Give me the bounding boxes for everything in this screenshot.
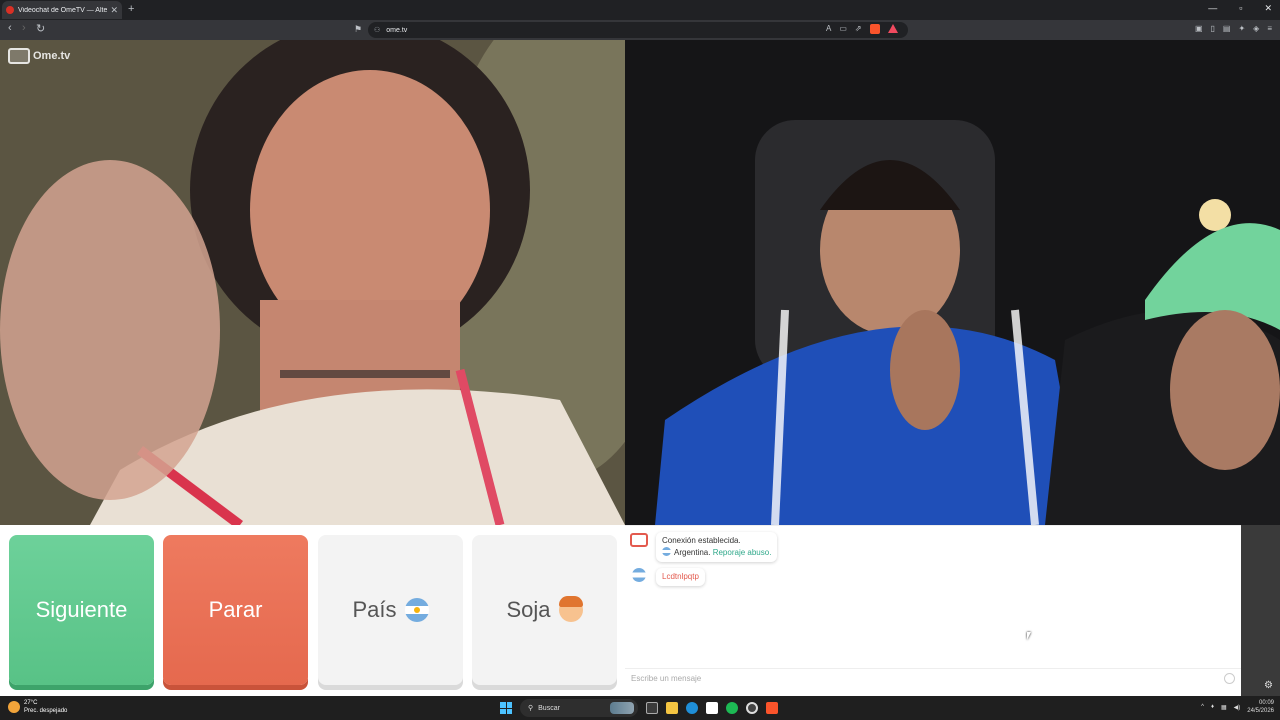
country-name: Argentina. (674, 548, 711, 557)
clock[interactable]: 00:09 24/5/2026 (1247, 699, 1274, 715)
wallet-icon[interactable]: ▤ (1223, 24, 1231, 33)
emoji-icon[interactable] (1224, 673, 1235, 684)
task-view-icon[interactable] (646, 702, 658, 714)
browser-menu-icons: ▣ ▯ ▤ ✦ ◈ ≡ (1195, 24, 1272, 33)
weather-text: Prec. despejado (24, 708, 68, 714)
side-panel (1241, 525, 1280, 696)
edge-icon[interactable] (686, 702, 698, 714)
windows-start-icon[interactable] (500, 702, 512, 714)
location-line: Argentina. Reporaje abuso. (662, 547, 771, 559)
cast-icon[interactable]: ▭ (839, 24, 847, 34)
stranger-video-frame (0, 40, 625, 525)
ometv-logo: Ome.tv (8, 48, 70, 64)
stranger-message: Lcdtnlpqtp (656, 568, 705, 586)
argentina-flag-icon (404, 598, 429, 622)
vpn-icon[interactable]: ◈ (1253, 24, 1259, 33)
clock-time: 00:09 (1258, 700, 1274, 706)
settings-gear-icon[interactable]: ⚙ (1264, 680, 1273, 691)
search-label: Buscar (538, 704, 560, 712)
network-icon[interactable]: ▦ (1221, 704, 1227, 711)
report-abuse-link[interactable]: Reporaje abuso. (713, 548, 772, 557)
country-label: País (352, 597, 397, 622)
minimize-icon[interactable]: — (1208, 3, 1217, 14)
browser-tab-bar: Videochat de OmeTV — Alte ✕ + — ▫ ✕ (0, 0, 1280, 20)
search-highlight-image (610, 702, 634, 714)
connection-text: Conexión establecida. (662, 536, 741, 545)
stranger-message-text: Lcdtnlpqtp (662, 572, 699, 581)
screenshot-icon[interactable]: ▣ (1195, 24, 1203, 33)
country-selector-button[interactable]: País (318, 535, 463, 685)
brave-icon[interactable] (766, 702, 778, 714)
gender-selector-button[interactable]: Soja (472, 535, 617, 685)
forward-icon[interactable]: › (22, 22, 26, 34)
chat-input-placeholder: Escribe un mensaje (631, 674, 702, 683)
brave-shield-icon[interactable] (869, 24, 880, 34)
file-explorer-icon[interactable] (666, 702, 678, 714)
share-icon[interactable]: ⇗ (855, 24, 862, 34)
obs-icon[interactable] (746, 702, 758, 714)
spotify-icon[interactable] (726, 702, 738, 714)
self-video (625, 40, 1280, 525)
boy-emoji-icon (558, 596, 583, 622)
browser-toolbar: ‹ › ↻ ⚇ ome.tv A ▭ ⇗ ▣ ▯ ▤ ✦ ◈ ≡ (0, 20, 1280, 40)
logo-text: Ome.tv (33, 50, 71, 62)
control-panel: Siguiente Parar País Soja (0, 525, 625, 696)
search-icon: ⚲ (528, 705, 534, 712)
ometv-logo-icon (8, 48, 30, 64)
taskbar-apps: ⚲ Buscar (500, 699, 778, 717)
site-info-icon[interactable]: ⚇ (374, 26, 380, 34)
window-controls: — ▫ ✕ (1208, 3, 1272, 14)
tab-title: Videochat de OmeTV — Alte (18, 6, 108, 14)
temperature: 27°C (24, 700, 38, 706)
volume-icon[interactable]: ◀) (1234, 704, 1241, 711)
close-window-icon[interactable]: ✕ (1264, 3, 1272, 14)
weather-moon-icon (8, 701, 20, 713)
ometv-avatar-icon (630, 533, 648, 547)
next-button[interactable]: Siguiente (9, 535, 154, 685)
self-video-frame (625, 40, 1280, 525)
taskbar-search[interactable]: ⚲ Buscar (520, 699, 638, 717)
stranger-video: Ome.tv (0, 40, 625, 525)
microphone-icon[interactable]: ♦ (1211, 704, 1214, 710)
menu-icon[interactable]: ≡ (1267, 24, 1272, 33)
sidebar-icon[interactable]: ▯ (1211, 24, 1215, 33)
chat-panel: Conexión establecida. Argentina. Reporaj… (625, 525, 1241, 688)
close-tab-icon[interactable]: ✕ (110, 5, 118, 16)
stop-button[interactable]: Parar (163, 535, 308, 685)
argentina-flag-icon (662, 547, 671, 556)
clock-date: 24/5/2026 (1247, 708, 1274, 714)
stop-label: Parar (208, 597, 263, 622)
weather-widget[interactable]: 27°C Prec. despejado (8, 699, 67, 715)
new-tab-icon[interactable]: + (128, 3, 134, 15)
ometv-page: Ome.tv Siguiente Parar País Soja Conexió… (0, 40, 1280, 696)
chat-input[interactable]: Escribe un mensaje (625, 668, 1241, 688)
ometv-favicon-icon (6, 6, 14, 14)
translate-icon[interactable]: A (826, 24, 831, 34)
store-icon[interactable] (706, 702, 718, 714)
stranger-avatar-icon (632, 568, 646, 582)
bookmark-icon[interactable]: ⚑ (354, 24, 362, 35)
mouse-cursor-icon (1027, 632, 1035, 640)
system-message: Conexión establecida. Argentina. Reporaj… (656, 532, 778, 562)
leo-ai-icon[interactable]: ✦ (1238, 24, 1245, 33)
maximize-icon[interactable]: ▫ (1239, 3, 1242, 14)
system-tray: ^ ♦ ▦ ◀) 00:09 24/5/2026 (1201, 699, 1274, 715)
gender-label: Soja (506, 597, 551, 622)
tray-chevron-icon[interactable]: ^ (1201, 704, 1204, 710)
windows-taskbar: 27°C Prec. despejado ⚲ Buscar ^ ♦ ▦ ◀) 0… (0, 696, 1280, 720)
browser-tab[interactable]: Videochat de OmeTV — Alte ✕ (2, 1, 122, 19)
back-icon[interactable]: ‹ (8, 22, 12, 34)
brave-rewards-icon[interactable] (887, 24, 898, 33)
address-bar-icons: A ▭ ⇗ (826, 24, 898, 34)
reload-icon[interactable]: ↻ (36, 22, 45, 35)
next-label: Siguiente (35, 597, 128, 622)
url-text: ome.tv (386, 26, 408, 34)
